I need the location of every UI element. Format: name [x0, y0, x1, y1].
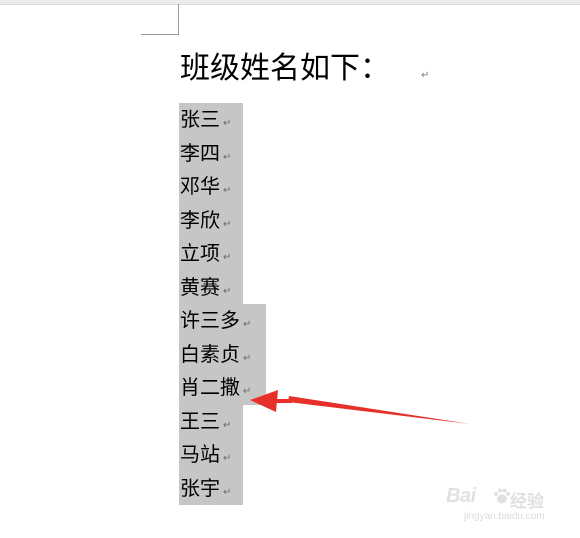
watermark-brand: Bai — [446, 485, 476, 507]
watermark-url: jingyan.baidu.com — [464, 511, 545, 522]
annotation-arrow-icon — [250, 390, 470, 424]
watermark-brand-cn: 经验 — [510, 492, 544, 512]
paw-icon — [494, 488, 510, 504]
baidu-jingyan-watermark: Bai 经验 jingyan.baidu.com — [446, 483, 576, 527]
